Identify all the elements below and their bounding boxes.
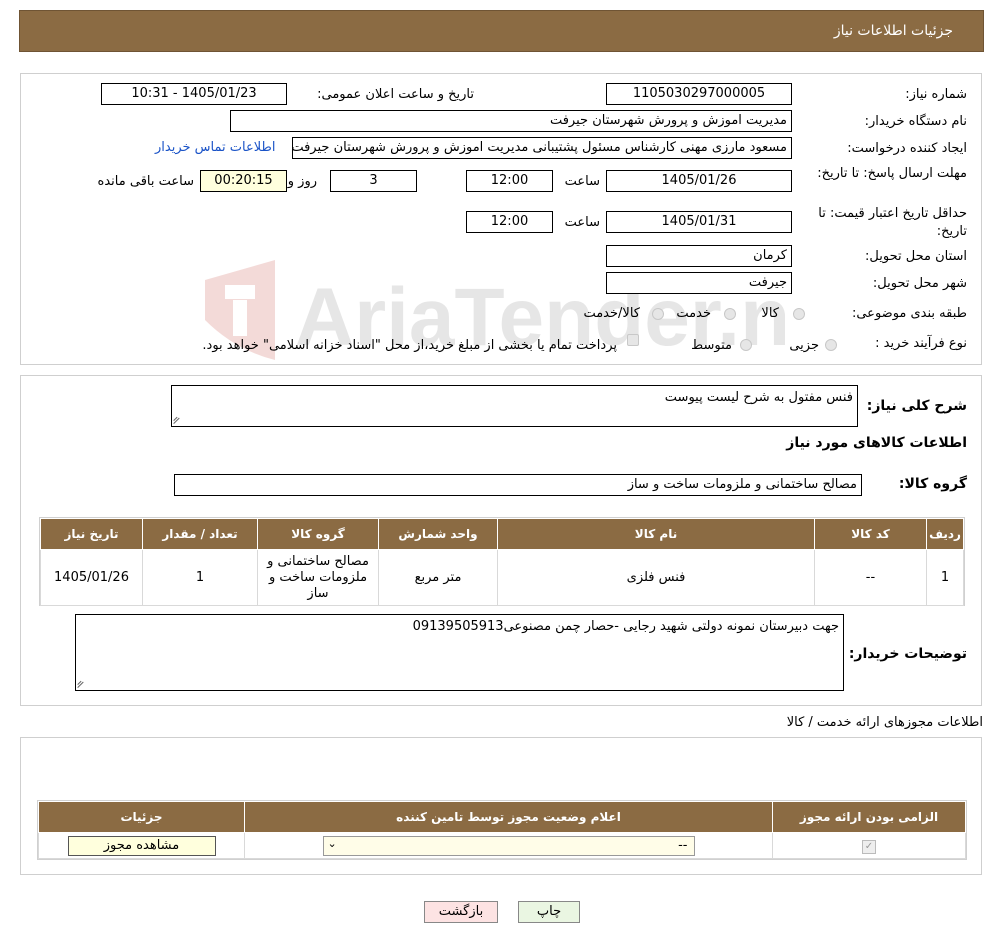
permit-status-value: --: [678, 837, 688, 853]
goods-table-header: ردیف کد کالا نام کالا واحد شمارش گروه کا…: [40, 518, 964, 550]
category-label: طبقه بندی موضوعی:: [851, 306, 967, 321]
goods-table: ردیف کد کالا نام کالا واحد شمارش گروه کا…: [40, 518, 964, 606]
mandatory-checkbox: ✓: [862, 839, 876, 854]
buyer-notes-text: جهت دبیرستان نمونه دولتی شهید رجایی -حصا…: [412, 619, 839, 634]
need-number-label: شماره نیاز:: [905, 87, 967, 102]
permits-table-header: الزامی بودن ارائه مجوز اعلام وضعیت مجوز …: [38, 801, 966, 833]
category-option-service: خدمت: [676, 306, 711, 321]
table-row: 1 -- فنس فلزی متر مربع مصالح ساختمانی و …: [40, 549, 964, 606]
permits-table-wrapper: الزامی بودن ارائه مجوز اعلام وضعیت مجوز …: [37, 800, 967, 860]
reply-deadline-label: مهلت ارسال پاسخ: تا تاریخ:: [817, 166, 967, 181]
print-button[interactable]: چاپ: [518, 901, 580, 923]
cell-mandatory: ✓: [772, 832, 966, 859]
purchase-note: پرداخت تمام یا بخشی از مبلغ خرید،از محل …: [202, 338, 617, 353]
cell-qty: 1: [142, 549, 258, 606]
buyer-org-field: مدیریت اموزش و پرورش شهرستان جیرفت: [230, 110, 792, 132]
summary-label: شرح کلی نیاز:: [866, 398, 967, 414]
price-date-field: 1405/01/31: [606, 211, 792, 233]
buyer-notes-label: توضیحات خریدار:: [848, 646, 967, 662]
cell-date: 1405/01/26: [40, 549, 143, 606]
reply-time-field: 12:00: [466, 170, 553, 192]
category-option-goods-service: کالا/خدمت: [583, 306, 640, 321]
city-label: شهر محل تحویل:: [872, 276, 967, 291]
buyer-org-label: نام دستگاه خریدار:: [864, 114, 967, 129]
page-header: جزئیات اطلاعات نیاز: [19, 10, 984, 52]
price-validity-label: حداقل تاریخ اعتبار قیمت: تا تاریخ:: [818, 206, 967, 239]
category-radio-service[interactable]: [724, 308, 736, 320]
city-field: جیرفت: [606, 272, 792, 294]
cell-row: 1: [926, 549, 964, 606]
cell-name: فنس فلزی: [497, 549, 815, 606]
col-unit: واحد شمارش: [378, 518, 498, 550]
page-title: جزئیات اطلاعات نیاز: [833, 23, 953, 39]
resize-grip-icon[interactable]: [174, 416, 182, 424]
col-date: تاریخ نیاز: [40, 518, 143, 550]
permits-table: الزامی بودن ارائه مجوز اعلام وضعیت مجوز …: [38, 801, 966, 859]
goods-group-field: مصالح ساختمانی و ملزومات ساخت و ساز: [174, 474, 862, 496]
goods-section-title: اطلاعات کالاهای مورد نیاز: [786, 435, 967, 451]
cell-group: مصالح ساختمانی و ملزومات ساخت و ساز: [257, 549, 379, 606]
col-details: جزئیات: [38, 801, 245, 833]
view-permit-button[interactable]: مشاهده مجوز: [67, 835, 216, 856]
cell-status: -- ⌄: [244, 832, 773, 859]
purchase-option-medium: متوسط: [691, 338, 732, 353]
province-field: کرمان: [606, 245, 792, 267]
reply-date-field: 1405/01/26: [606, 170, 792, 192]
reply-time-label: ساعت: [564, 174, 600, 189]
col-code: کد کالا: [814, 518, 927, 550]
permits-title: اطلاعات مجوزهای ارائه خدمت / کالا: [786, 715, 983, 730]
col-name: نام کالا: [497, 518, 815, 550]
price-time-field: 12:00: [466, 211, 553, 233]
province-label: استان محل تحویل:: [865, 249, 967, 264]
table-row: ✓ -- ⌄ مشاهده مجوز: [38, 832, 966, 859]
category-option-goods: کالا: [761, 306, 779, 321]
remaining-label: ساعت باقی مانده: [97, 174, 194, 189]
permit-status-select[interactable]: -- ⌄: [322, 835, 695, 856]
creator-label: ایجاد کننده درخواست:: [847, 141, 967, 156]
announce-field: 1405/01/23 - 10:31: [101, 83, 287, 105]
purchase-radio-minor[interactable]: [825, 339, 837, 351]
purchase-type-label: نوع فرآیند خرید :: [875, 336, 967, 351]
col-status: اعلام وضعیت مجوز توسط تامین کننده: [244, 801, 773, 833]
treasury-checkbox[interactable]: [627, 334, 639, 346]
summary-text: فنس مفتول به شرح لیست پیوست: [664, 390, 853, 405]
category-radio-goods-service[interactable]: [652, 308, 664, 320]
col-mandatory: الزامی بودن ارائه مجوز: [772, 801, 966, 833]
col-qty: تعداد / مقدار: [142, 518, 258, 550]
days-field: 3: [330, 170, 417, 192]
chevron-down-icon: ⌄: [327, 836, 337, 850]
purchase-radio-medium[interactable]: [740, 339, 752, 351]
cell-details: مشاهده مجوز: [38, 832, 245, 859]
summary-textarea[interactable]: فنس مفتول به شرح لیست پیوست: [171, 385, 858, 427]
back-button[interactable]: بازگشت: [424, 901, 498, 923]
days-label: روز و: [287, 174, 317, 189]
need-number-field: 1105030297000005: [606, 83, 792, 105]
resize-grip-icon[interactable]: [78, 680, 86, 688]
price-time-label: ساعت: [564, 215, 600, 230]
category-radio-goods[interactable]: [793, 308, 805, 320]
buyer-notes-textarea[interactable]: جهت دبیرستان نمونه دولتی شهید رجایی -حصا…: [75, 614, 844, 691]
col-row: ردیف: [926, 518, 964, 550]
announce-label: تاریخ و ساعت اعلان عمومی:: [317, 87, 474, 102]
creator-field: مسعود مارزی مهنی کارشناس مسئول پشتیبانی …: [292, 137, 792, 159]
goods-group-label: گروه کالا:: [898, 476, 967, 492]
cell-code: --: [814, 549, 927, 606]
col-group: گروه کالا: [257, 518, 379, 550]
purchase-option-minor: جزیی: [789, 338, 819, 353]
remaining-time-field: 00:20:15: [200, 170, 287, 192]
cell-unit: متر مربع: [378, 549, 498, 606]
buyer-contact-link[interactable]: اطلاعات تماس خریدار: [155, 140, 275, 155]
goods-table-wrapper: ردیف کد کالا نام کالا واحد شمارش گروه کا…: [39, 517, 965, 606]
